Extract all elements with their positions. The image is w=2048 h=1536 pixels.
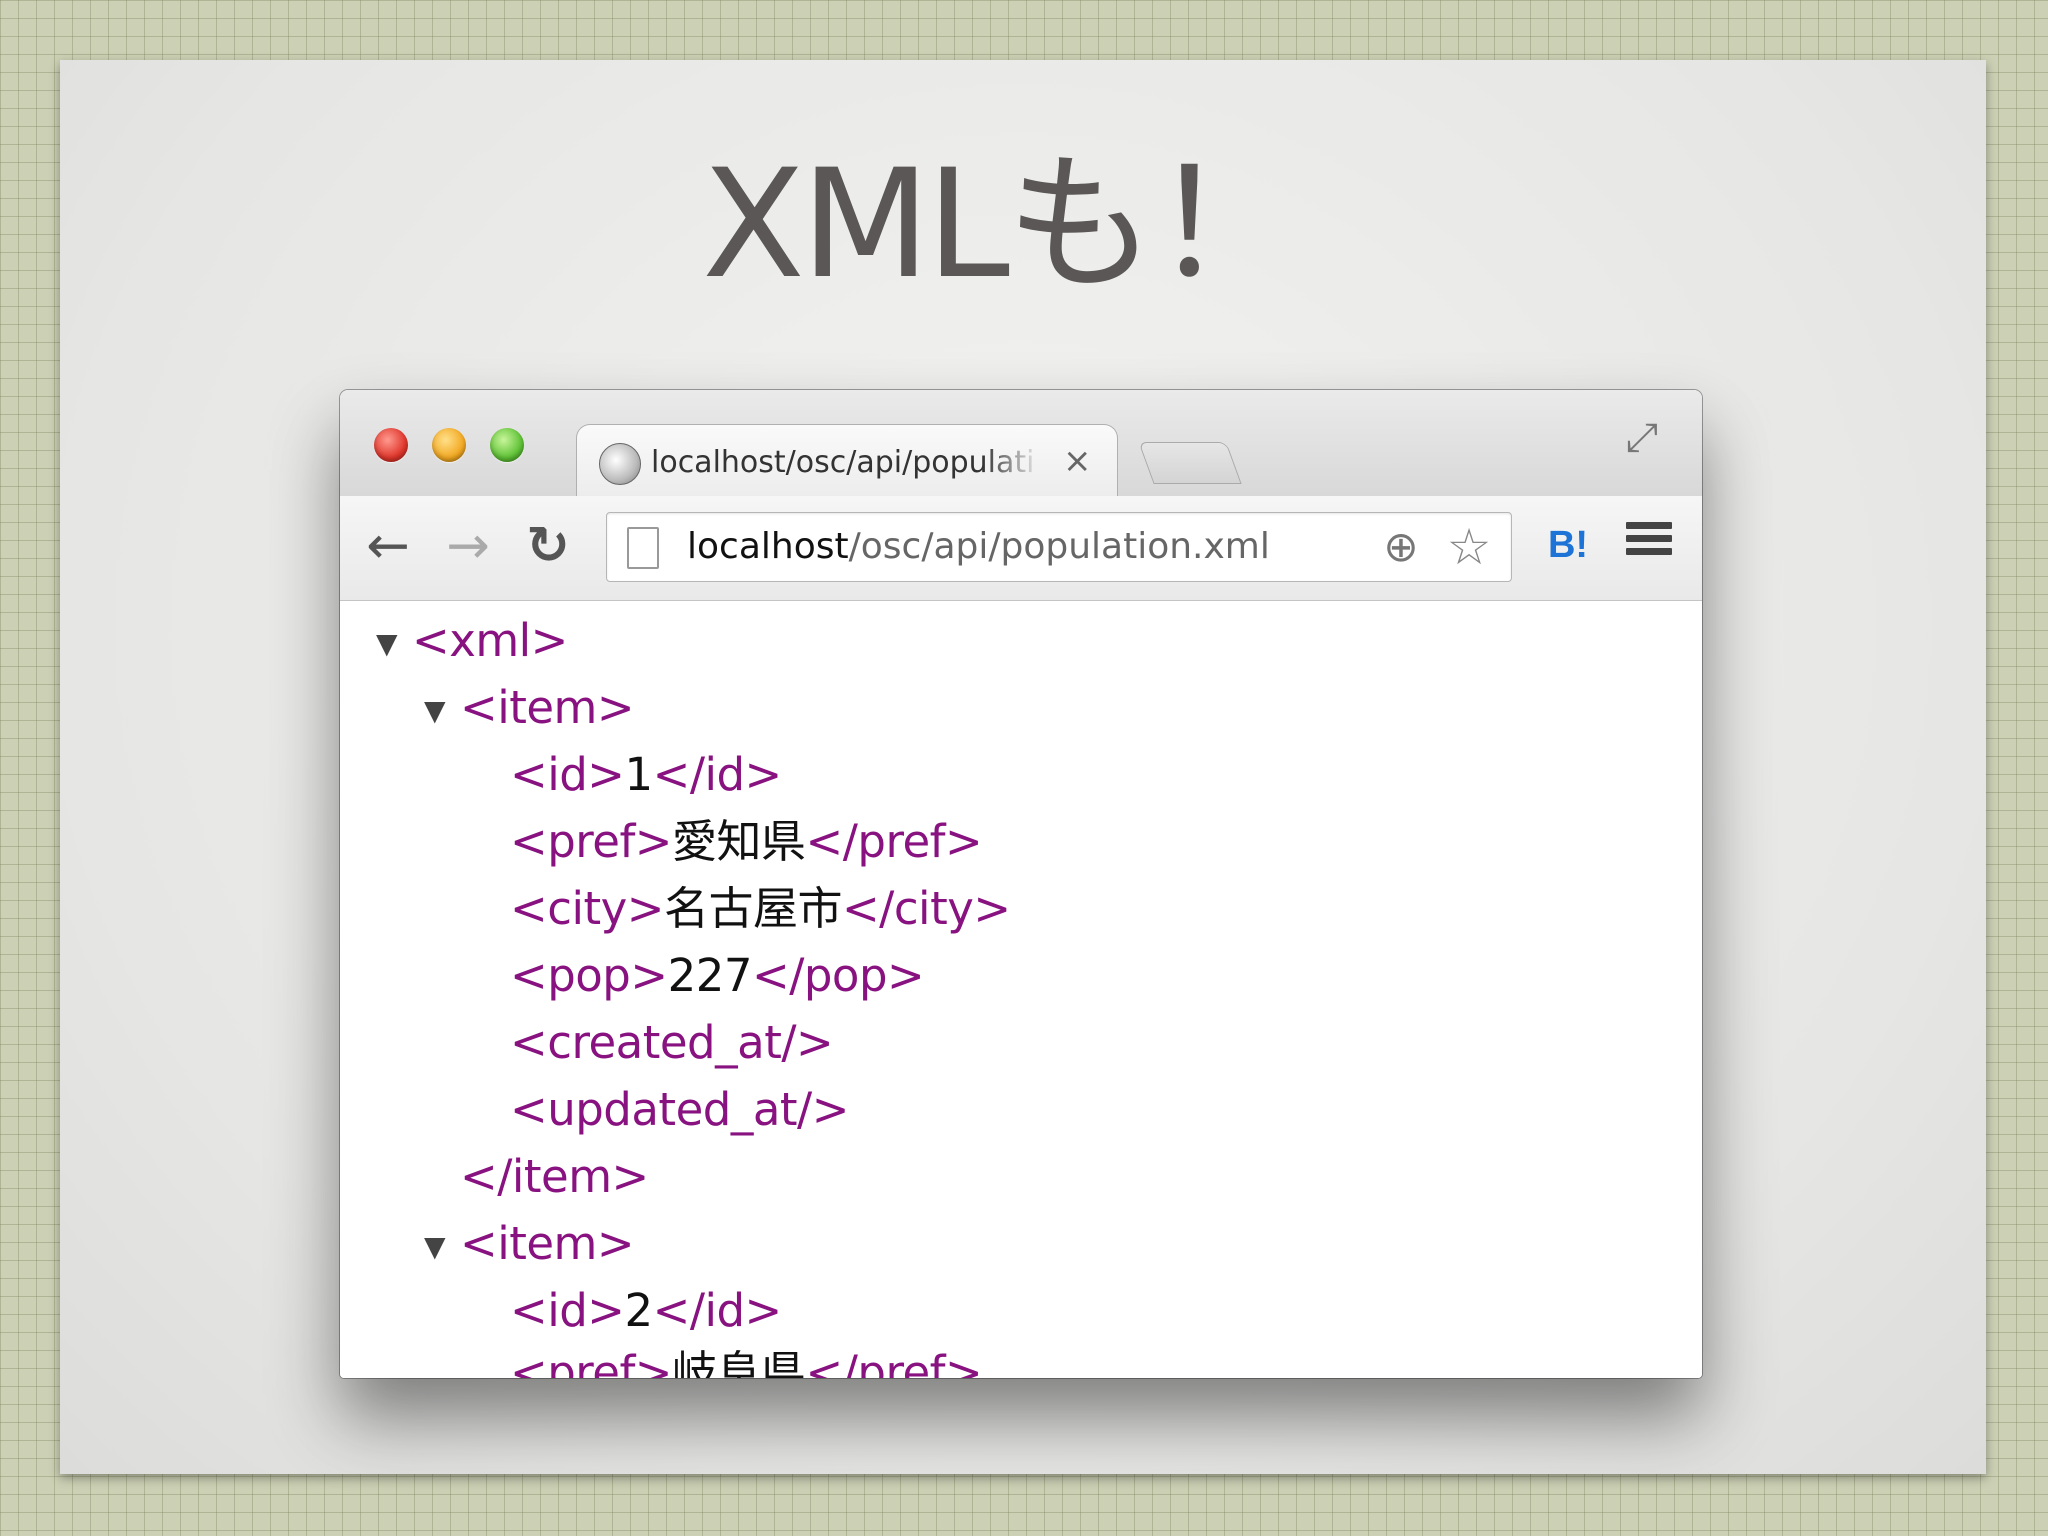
browser-toolbar: ← → ↻ localhost/osc/api/population.xml ⊕… — [340, 496, 1702, 601]
browser-window: localhost/osc/api/populati × ⤢ ← → ↻ loc… — [340, 390, 1702, 1378]
xml-line: <id>1</id> — [510, 745, 782, 805]
xml-viewer: ▼ <xml> ▼ <item> <id>1</id> <pref>愛知県</pre… — [340, 601, 1702, 1378]
xml-tag: <pop> — [510, 949, 668, 1002]
url-text[interactable]: localhost/osc/api/population.xml — [687, 513, 1270, 581]
tab-active[interactable]: localhost/osc/api/populati × — [576, 424, 1118, 498]
menu-icon[interactable] — [1626, 522, 1672, 568]
close-window-button[interactable] — [374, 428, 408, 462]
back-button[interactable]: ← — [356, 514, 420, 578]
close-tab-icon[interactable]: × — [1063, 441, 1092, 481]
xml-line: <updated_at/> — [510, 1080, 849, 1140]
xml-value: 227 — [667, 949, 753, 1002]
xml-value: 1 — [624, 748, 653, 801]
xml-tag: <city> — [510, 882, 664, 935]
fullscreen-icon[interactable]: ⤢ — [1618, 414, 1666, 462]
globe-icon — [599, 443, 641, 485]
xml-line: <id>2</id> — [510, 1281, 782, 1341]
address-bar[interactable]: localhost/osc/api/population.xml ⊕ ☆ — [606, 512, 1512, 582]
xml-tag: </item> — [460, 1150, 649, 1203]
xml-tag: <pref> — [510, 1346, 673, 1378]
slide-title: XMLも！ — [702, 138, 1302, 312]
xml-line: ▼ <item> — [424, 678, 635, 741]
page-icon — [627, 527, 659, 569]
xml-tag: <pref> — [510, 815, 673, 868]
xml-value: 岐阜県 — [672, 1346, 806, 1378]
xml-line: ▼ <item> — [424, 1214, 635, 1277]
forward-button[interactable]: → — [436, 514, 500, 578]
zoom-icon[interactable]: ⊕ — [1377, 523, 1425, 571]
xml-line: <pref>愛知県</pref> — [510, 812, 983, 872]
xml-tag: <id> — [510, 1284, 625, 1337]
url-path: /osc/api/population.xml — [848, 526, 1270, 567]
tab-title: localhost/osc/api/populati — [651, 445, 1035, 480]
reload-button[interactable]: ↻ — [516, 514, 580, 578]
xml-tag: <updated_at/> — [510, 1083, 849, 1136]
url-host: localhost — [687, 526, 849, 567]
xml-line: <pop>227</pop> — [510, 946, 925, 1006]
new-tab-button[interactable] — [1138, 442, 1242, 484]
xml-tag: </pref> — [805, 1346, 983, 1378]
xml-tag: </city> — [841, 882, 1011, 935]
xml-line: <city>名古屋市</city> — [510, 879, 1011, 939]
minimize-window-button[interactable] — [432, 428, 466, 462]
xml-tag: <item> — [460, 1217, 635, 1270]
xml-tag: </pop> — [751, 949, 925, 1002]
xml-value: 2 — [624, 1284, 653, 1337]
xml-tag: <id> — [510, 748, 625, 801]
collapse-triangle-icon[interactable]: ▼ — [376, 614, 406, 674]
xml-tag: <xml> — [412, 614, 568, 667]
tab-strip: localhost/osc/api/populati × ⤢ — [340, 390, 1702, 498]
collapse-triangle-icon[interactable]: ▼ — [424, 681, 454, 741]
xml-value: 愛知県 — [672, 815, 806, 868]
xml-tag: </pref> — [805, 815, 983, 868]
xml-value: 名古屋市 — [663, 882, 843, 935]
xml-tag: </id> — [652, 1284, 783, 1337]
xml-line: <pref>岐阜県</pref> — [510, 1343, 983, 1378]
xml-tag: <created_at/> — [510, 1016, 834, 1069]
xml-tag: <item> — [460, 681, 635, 734]
xml-line: <created_at/> — [510, 1013, 834, 1073]
collapse-triangle-icon[interactable]: ▼ — [424, 1217, 454, 1277]
bookmark-star-icon[interactable]: ☆ — [1443, 521, 1495, 573]
xml-line: </item> — [460, 1147, 649, 1207]
zoom-window-button[interactable] — [490, 428, 524, 462]
xml-tag: </id> — [652, 748, 783, 801]
xml-line: ▼ <xml> — [376, 611, 568, 674]
hatena-bookmark-button[interactable]: B! — [1538, 520, 1598, 570]
